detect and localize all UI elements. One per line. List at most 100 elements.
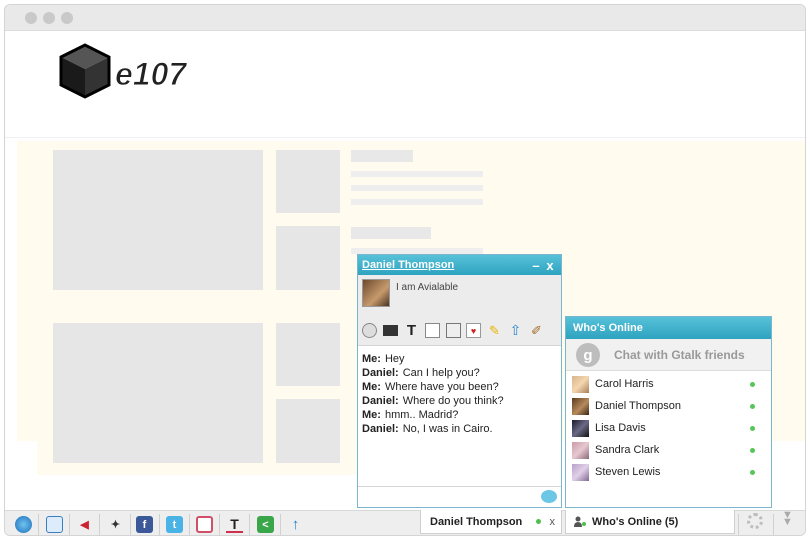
placeholder-block (276, 323, 340, 386)
copy-icon[interactable] (446, 323, 461, 338)
separator (130, 514, 131, 535)
online-status-dot (750, 470, 755, 475)
chat-bubble-icon[interactable] (541, 490, 557, 503)
chevron-down-icon[interactable]: ▼ ▼ (782, 510, 793, 528)
separator (773, 514, 774, 535)
screen-icon[interactable] (383, 325, 398, 336)
placeholder-block (53, 150, 263, 290)
chat-window: Daniel Thompson – x I am Avialable T ♥ ✎… (357, 254, 562, 508)
gear-icon[interactable] (747, 513, 763, 529)
message-text: Where do you think? (402, 395, 504, 407)
placeholder-block (276, 399, 340, 463)
site-logo[interactable]: e107 (53, 39, 193, 109)
whos-online-tab-label: Who's Online (5) (592, 515, 679, 528)
facebook-icon[interactable]: f (136, 516, 153, 533)
avatar (572, 398, 589, 415)
online-status-dot (535, 519, 541, 524)
cube-logo-icon: e107 (59, 43, 189, 99)
message-sender: Me: (362, 381, 381, 393)
message-text: Can I help you? (402, 367, 480, 379)
friend-item[interactable]: Carol Harris (566, 373, 771, 395)
gtalk-row[interactable]: g Chat with Gtalk friends (566, 339, 771, 371)
square-icon[interactable] (196, 516, 213, 533)
settings-icon[interactable] (362, 323, 377, 338)
placeholder-line (351, 199, 483, 205)
message-sender: Daniel: (362, 395, 399, 407)
placeholder-heading (351, 150, 413, 162)
message: Me: hmm.. Madrid? (362, 408, 557, 422)
status-message: I am Avialable (396, 282, 459, 293)
browser-titlebar (5, 5, 805, 31)
share-icon[interactable]: < (257, 516, 274, 533)
pencil-icon[interactable]: ✎ (487, 323, 502, 338)
message: Me: Where have you been? (362, 380, 557, 394)
twitter-icon[interactable]: t (166, 516, 183, 533)
window-dot-maximize[interactable] (61, 12, 73, 24)
separator (69, 514, 70, 535)
card-icon[interactable]: ♥ (466, 323, 481, 338)
online-status-dot (750, 448, 755, 453)
avatar (572, 442, 589, 459)
whos-online-header[interactable]: Who's Online (566, 317, 771, 339)
message-sender: Me: (362, 353, 381, 365)
font-icon[interactable]: T (404, 322, 419, 339)
online-status-dot (750, 382, 755, 387)
placeholder-line (351, 171, 483, 177)
message: Daniel: No, I was in Cairo. (362, 422, 557, 436)
chat-input-area (358, 486, 561, 507)
message-sender: Me: (362, 409, 381, 421)
friend-name: Daniel Thompson (595, 400, 682, 412)
chat-contact-name[interactable]: Daniel Thompson (362, 259, 529, 271)
google-icon: g (576, 343, 600, 367)
brush-icon[interactable]: ✐ (529, 323, 544, 338)
upload-icon[interactable]: ↑ (287, 516, 304, 533)
window-dot-close[interactable] (25, 12, 37, 24)
friend-item[interactable]: Lisa Davis (566, 417, 771, 439)
message-text: Hey (384, 353, 405, 365)
separator (189, 514, 190, 535)
message-text: No, I was in Cairo. (402, 423, 493, 435)
globe-icon[interactable] (15, 516, 32, 533)
chat-profile: I am Avialable (358, 275, 561, 315)
friend-list: Carol Harris Daniel Thompson Lisa Davis … (566, 371, 771, 483)
whos-online-panel: Who's Online g Chat with Gtalk friends C… (565, 316, 772, 508)
video-icon[interactable] (46, 516, 63, 533)
user-online-icon (574, 516, 586, 527)
friend-item[interactable]: Sandra Clark (566, 439, 771, 461)
close-tab-button[interactable]: x (550, 516, 556, 528)
megaphone-icon[interactable]: ◀ (76, 516, 93, 533)
chat-header: Daniel Thompson – x (358, 255, 561, 275)
separator (219, 514, 220, 535)
space-invader-icon[interactable]: ✦ (107, 516, 124, 533)
message-text: hmm.. Madrid? (384, 409, 459, 421)
whos-online-tab[interactable]: Who's Online (5) (565, 510, 735, 534)
upload-file-icon[interactable]: ⇧ (508, 322, 523, 338)
avatar (572, 464, 589, 481)
chat-tab-daniel[interactable]: Daniel Thompson x (420, 510, 562, 534)
message: Me: Hey (362, 352, 557, 366)
separator (38, 514, 39, 535)
separator (280, 514, 281, 535)
placeholder-block (276, 226, 340, 290)
placeholder-heading (351, 227, 431, 239)
separator (159, 514, 160, 535)
friend-item[interactable]: Steven Lewis (566, 461, 771, 483)
message-text: Where have you been? (384, 381, 499, 393)
text-icon[interactable]: T (226, 516, 243, 533)
chat-message-input[interactable] (361, 488, 531, 506)
window-dot-minimize[interactable] (43, 12, 55, 24)
message-sender: Daniel: (362, 423, 399, 435)
friend-item[interactable]: Daniel Thompson (566, 395, 771, 417)
message-sender: Daniel: (362, 367, 399, 379)
avatar (572, 376, 589, 393)
edit-note-icon[interactable] (425, 323, 440, 338)
close-chat-button[interactable]: x (543, 258, 557, 273)
friend-name: Steven Lewis (595, 466, 661, 478)
chat-toolbar: T ♥ ✎ ⇧ ✐ (358, 315, 561, 346)
friend-name: Sandra Clark (595, 444, 660, 456)
message: Daniel: Where do you think? (362, 394, 557, 408)
separator (249, 514, 250, 535)
message: Daniel: Can I help you? (362, 366, 557, 380)
friend-name: Lisa Davis (595, 422, 646, 434)
minimize-chat-button[interactable]: – (529, 258, 543, 273)
